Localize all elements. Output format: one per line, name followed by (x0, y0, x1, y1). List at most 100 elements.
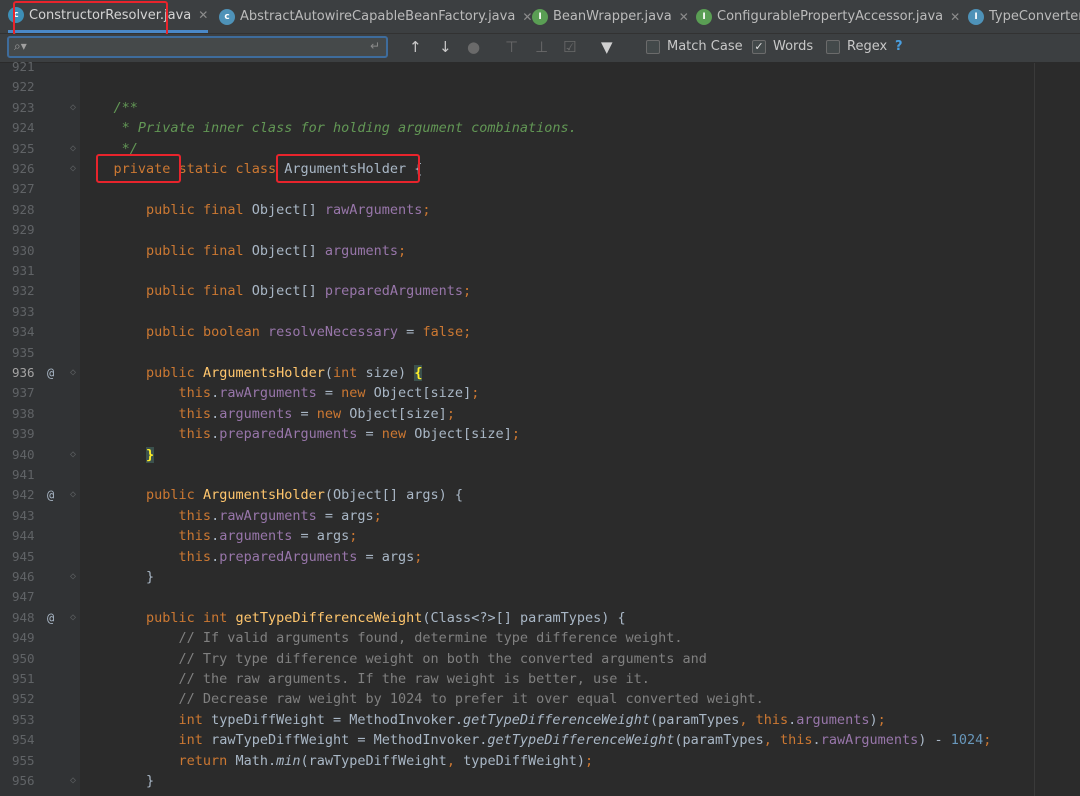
code-line[interactable]: 928 public final Object[] rawArguments; (0, 200, 1080, 220)
code-line[interactable]: 942 @ ◇ public ArgumentsHolder(Object[] ar… (0, 485, 1080, 505)
code-line[interactable]: 952 // Decrease raw weight by 1024 to pr… (0, 689, 1080, 709)
code-token: ) (869, 711, 878, 728)
code-line[interactable]: 939 this.preparedArguments = new Object[… (0, 424, 1080, 444)
fold-icon[interactable]: ◇ (70, 98, 76, 118)
fold-icon[interactable]: ◇ (70, 139, 76, 159)
code-line[interactable]: 921 (0, 57, 1080, 77)
fold-icon[interactable]: ◇ (70, 608, 76, 628)
search-field[interactable]: ⌕▾ ↵ (7, 36, 388, 58)
tab-bean-wrapper[interactable]: I BeanWrapper.java ✕ (532, 0, 689, 33)
code-line[interactable]: 956 ◇ } (0, 771, 1080, 791)
line-number: 932 (12, 283, 35, 299)
search-input[interactable] (37, 39, 371, 57)
close-icon[interactable]: ✕ (679, 10, 689, 24)
code-line[interactable]: 933 (0, 302, 1080, 322)
code-text: } (81, 567, 154, 587)
override-marker-icon[interactable]: @ (47, 608, 54, 628)
code-line[interactable]: 947 (0, 587, 1080, 607)
code-line[interactable]: 935 (0, 343, 1080, 363)
regex-checkbox[interactable] (826, 39, 840, 54)
code-token: { (414, 365, 423, 381)
code-line[interactable]: 937 this.rawArguments = new Object[size]… (0, 383, 1080, 403)
fold-icon[interactable]: ◇ (70, 485, 76, 505)
code-token: rawArguments (219, 385, 317, 402)
override-marker-icon[interactable]: @ (47, 363, 54, 383)
code-line[interactable]: 922 (0, 77, 1080, 97)
override-marker-icon[interactable]: @ (47, 485, 54, 505)
code-line[interactable]: 936 @ ◇ public ArgumentsHolder(int size) { (0, 363, 1080, 383)
filter-icon[interactable]: ▼ (601, 38, 613, 56)
code-token: this (755, 711, 789, 728)
code-text: public int getTypeDifferenceWeight(Class… (81, 608, 626, 628)
code-line[interactable]: 954 int rawTypeDiffWeight = MethodInvoke… (0, 730, 1080, 750)
code-token: ; (422, 201, 431, 218)
tab-configurable-property-accessor[interactable]: I ConfigurablePropertyAccessor.java ✕ (696, 0, 960, 33)
code-line[interactable]: 925 ◇ */ (0, 139, 1080, 159)
fold-icon[interactable]: ◇ (70, 771, 76, 791)
match-case-checkbox[interactable] (646, 39, 660, 54)
next-occurrence-icon[interactable]: ↓ (439, 38, 452, 56)
code-token: public (146, 487, 195, 504)
code-token: getTypeDifferenceWeight (463, 711, 650, 728)
code-line[interactable]: 955 return Math.min(rawTypeDiffWeight, t… (0, 751, 1080, 771)
code-token: Object[] (243, 242, 325, 259)
match-case-option[interactable]: Match Case (646, 39, 743, 54)
code-line[interactable]: 951 // the raw arguments. If the raw wei… (0, 669, 1080, 689)
code-editor[interactable]: 921 922 923 ◇ /** 924 * Private inner class … (0, 59, 1080, 796)
code-line[interactable]: 949 // If valid arguments found, determi… (0, 628, 1080, 648)
code-token: private (113, 161, 171, 177)
close-icon[interactable]: ✕ (950, 10, 960, 24)
code-line[interactable]: 929 (0, 220, 1080, 240)
code-token: . (211, 528, 220, 545)
tab-type-converter[interactable]: I TypeConverter (968, 0, 1080, 33)
code-line[interactable]: 938 this.arguments = new Object[size]; (0, 404, 1080, 424)
add-selection-icon[interactable]: ⊤ (505, 38, 518, 56)
line-number: 956 (12, 773, 35, 788)
fold-icon[interactable]: ◇ (70, 567, 76, 587)
find-all-icon[interactable]: ● (467, 38, 480, 56)
fold-icon[interactable]: ◇ (70, 159, 76, 179)
code-line[interactable]: 924 * Private inner class for holding ar… (0, 118, 1080, 138)
code-line[interactable]: 940 ◇ } (0, 445, 1080, 465)
regex-help-link[interactable]: ? (895, 39, 903, 54)
regex-option[interactable]: Regex (826, 39, 887, 54)
code-line[interactable]: 945 this.preparedArguments = args; (0, 547, 1080, 567)
search-icon[interactable]: ⌕▾ (14, 39, 27, 54)
code-token: ) - (918, 732, 951, 749)
code-token: , (763, 732, 781, 749)
code-line[interactable]: 934 public boolean resolveNecessary = fa… (0, 322, 1080, 342)
code-token: rawArguments (324, 201, 423, 218)
code-line[interactable]: 926 ◇ private static class ArgumentsHolde… (0, 159, 1080, 179)
fold-icon[interactable]: ◇ (70, 445, 76, 465)
code-line[interactable]: 931 (0, 261, 1080, 281)
code-line[interactable]: 927 (0, 179, 1080, 199)
fold-icon[interactable]: ◇ (70, 363, 76, 383)
new-line-icon[interactable]: ↵ (370, 39, 380, 53)
previous-occurrence-icon[interactable]: ↑ (409, 38, 422, 56)
tab-abstract-autowire[interactable]: c AbstractAutowireCapableBeanFactory.jav… (219, 0, 532, 33)
code-line[interactable]: 950 // Try type difference weight on bot… (0, 649, 1080, 669)
code-line[interactable]: 943 this.rawArguments = args; (0, 506, 1080, 526)
code-token: . (211, 507, 220, 524)
select-all-occurrences-icon[interactable]: ☑ (563, 38, 576, 56)
words-option[interactable]: ✓ Words (752, 39, 813, 54)
code-line[interactable]: 948 @ ◇ public int getTypeDifferenceWeight… (0, 608, 1080, 628)
close-icon[interactable]: ✕ (522, 10, 532, 24)
code-token: this (178, 528, 212, 545)
code-line[interactable]: 944 this.arguments = args; (0, 526, 1080, 546)
code-line[interactable]: 946 ◇ } (0, 567, 1080, 587)
code-line[interactable]: 941 (0, 465, 1080, 485)
unselect-icon[interactable]: ⊥ (535, 38, 548, 56)
tab-constructor-resolver[interactable]: c ConstructorResolver.java ✕ (8, 0, 209, 33)
code-token: false (422, 324, 464, 341)
words-checkbox[interactable]: ✓ (752, 39, 766, 54)
code-line[interactable]: 923 ◇ /** (0, 98, 1080, 118)
code-line[interactable]: 932 public final Object[] preparedArgume… (0, 281, 1080, 301)
code-token: Object[] (243, 283, 325, 300)
code-line[interactable]: 930 public final Object[] arguments; (0, 241, 1080, 261)
code-line[interactable]: 953 int typeDiffWeight = MethodInvoker.g… (0, 710, 1080, 730)
code-text: public final Object[] preparedArguments; (81, 281, 471, 301)
close-icon[interactable]: ✕ (198, 8, 208, 22)
